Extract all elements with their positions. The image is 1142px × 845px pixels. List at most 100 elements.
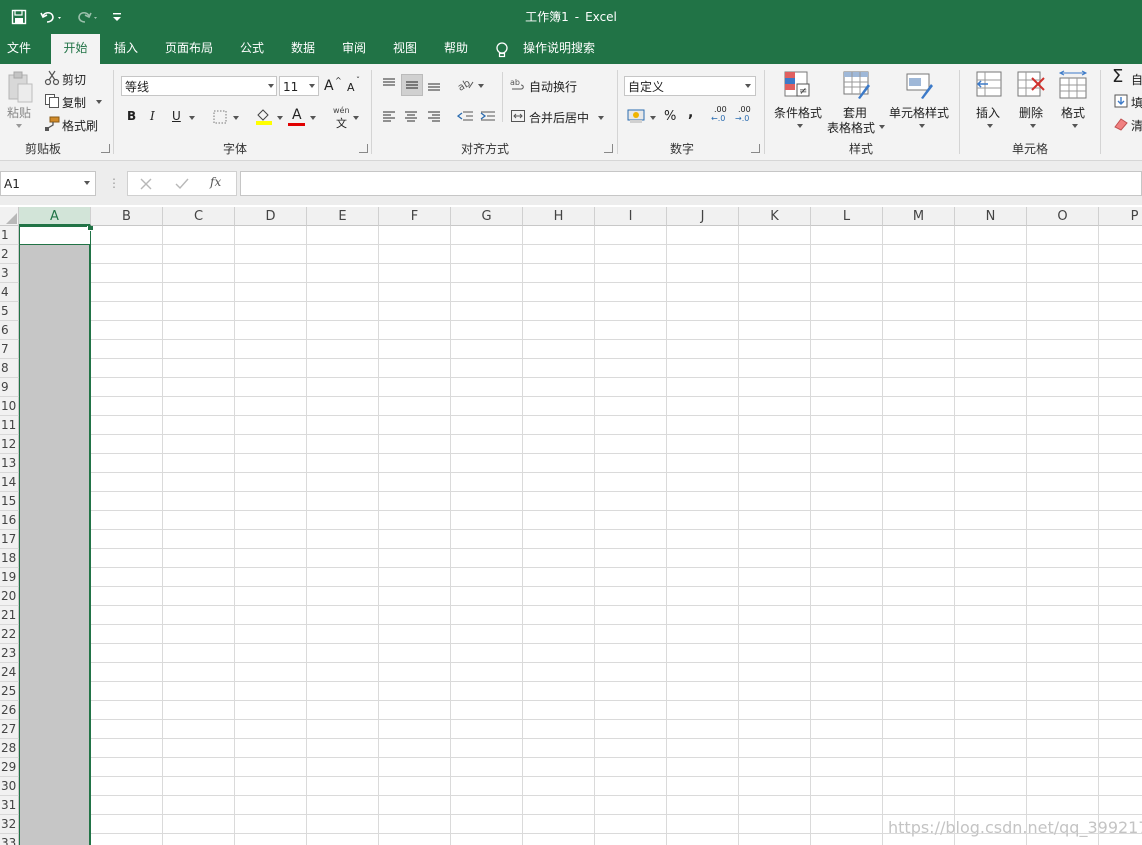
row-header-12[interactable]: 12 <box>0 435 19 454</box>
active-cell[interactable] <box>19 226 91 245</box>
format-as-table-button[interactable]: 表格格式 <box>827 119 875 136</box>
column-header-n[interactable]: N <box>955 207 1027 226</box>
formula-input[interactable] <box>240 171 1142 196</box>
align-left-icon[interactable] <box>381 108 397 124</box>
number-launcher-icon[interactable] <box>751 144 760 153</box>
row-header-9[interactable]: 9 <box>0 378 19 397</box>
cut-button[interactable]: 剪切 <box>62 71 86 88</box>
merge-center-button[interactable]: 合并后居中 <box>529 109 589 126</box>
tab-home[interactable]: 开始 <box>51 34 100 64</box>
row-header-30[interactable]: 30 <box>0 777 19 796</box>
fill-color-icon[interactable] <box>255 107 273 125</box>
bold-button[interactable]: B <box>127 109 136 123</box>
font-size-dropdown-icon[interactable] <box>309 84 315 88</box>
align-center-icon[interactable] <box>403 108 419 124</box>
conditional-dropdown-icon[interactable] <box>797 124 803 128</box>
clear-button[interactable]: 清 <box>1131 117 1142 134</box>
name-box-dropdown-icon[interactable] <box>84 181 90 185</box>
row-header-32[interactable]: 32 <box>0 815 19 834</box>
tab-data[interactable]: 数据 <box>283 34 323 64</box>
accounting-format-icon[interactable] <box>626 108 646 124</box>
format-cells-button[interactable]: 格式 <box>1061 104 1085 121</box>
cancel-icon[interactable] <box>139 177 153 191</box>
format-painter-button[interactable]: 格式刷 <box>62 117 98 134</box>
tab-view[interactable]: 视图 <box>385 34 425 64</box>
column-header-o[interactable]: O <box>1027 207 1099 226</box>
paste-dropdown-icon[interactable] <box>16 124 22 128</box>
row-header-28[interactable]: 28 <box>0 739 19 758</box>
align-middle-button[interactable] <box>401 74 423 96</box>
column-header-g[interactable]: G <box>451 207 523 226</box>
row-header-19[interactable]: 19 <box>0 568 19 587</box>
copy-button[interactable]: 复制 <box>62 94 86 111</box>
worksheet-grid[interactable]: ABCDEFGHIJKLMNOP 1 2 3 4 5 6 7 8 9 10 11 12 13 14 15 16… <box>0 207 1142 845</box>
underline-dropdown-icon[interactable] <box>189 116 195 120</box>
number-format-dropdown-icon[interactable] <box>745 84 751 88</box>
row-header-23[interactable]: 23 <box>0 644 19 663</box>
align-right-icon[interactable] <box>426 108 442 124</box>
row-header-13[interactable]: 13 <box>0 454 19 473</box>
wrap-text-button[interactable]: 自动换行 <box>529 78 577 95</box>
row-header-27[interactable]: 27 <box>0 720 19 739</box>
column-header-k[interactable]: K <box>739 207 811 226</box>
name-box[interactable]: A1 <box>0 171 96 196</box>
row-header-5[interactable]: 5 <box>0 302 19 321</box>
tab-review[interactable]: 审阅 <box>334 34 374 64</box>
border-icon[interactable] <box>212 109 228 125</box>
increase-font-size-button[interactable]: A <box>324 78 334 94</box>
font-color-dropdown-icon[interactable] <box>310 116 316 120</box>
orientation-dropdown-icon[interactable] <box>478 84 484 88</box>
row-header-10[interactable]: 10 <box>0 397 19 416</box>
column-header-j[interactable]: J <box>667 207 739 226</box>
insert-dropdown-icon[interactable] <box>987 124 993 128</box>
row-header-21[interactable]: 21 <box>0 606 19 625</box>
decrease-font-size-button[interactable]: A <box>347 81 355 94</box>
row-header-15[interactable]: 15 <box>0 492 19 511</box>
decrease-decimal-button[interactable]: →.0 <box>735 114 749 123</box>
row-header-8[interactable]: 8 <box>0 359 19 378</box>
fill-color-dropdown-icon[interactable] <box>277 116 283 120</box>
enter-icon[interactable] <box>174 177 190 191</box>
cell-grid[interactable] <box>19 226 1142 845</box>
merge-dropdown-icon[interactable] <box>598 116 604 120</box>
row-header-26[interactable]: 26 <box>0 701 19 720</box>
column-header-f[interactable]: F <box>379 207 451 226</box>
fill-button[interactable]: 填 <box>1131 94 1142 111</box>
border-dropdown-icon[interactable] <box>233 116 239 120</box>
row-header-3[interactable]: 3 <box>0 264 19 283</box>
comma-style-button[interactable]: , <box>688 105 693 121</box>
tab-help[interactable]: 帮助 <box>436 34 476 64</box>
format-dropdown-icon[interactable] <box>1072 124 1078 128</box>
row-header-22[interactable]: 22 <box>0 625 19 644</box>
underline-button[interactable]: U <box>172 109 181 123</box>
paste-button[interactable]: 粘贴 <box>7 104 31 121</box>
row-header-16[interactable]: 16 <box>0 511 19 530</box>
accounting-dropdown-icon[interactable] <box>650 116 656 120</box>
row-header-14[interactable]: 14 <box>0 473 19 492</box>
copy-dropdown-icon[interactable] <box>96 100 102 104</box>
column-header-d[interactable]: D <box>235 207 307 226</box>
format-as-table-dropdown-icon[interactable] <box>879 125 885 129</box>
row-header-2[interactable]: 2 <box>0 245 19 264</box>
row-header-17[interactable]: 17 <box>0 530 19 549</box>
column-header-l[interactable]: L <box>811 207 883 226</box>
row-header-20[interactable]: 20 <box>0 587 19 606</box>
number-format-select[interactable]: 自定义 <box>624 76 756 96</box>
column-header-a[interactable]: A <box>19 207 91 226</box>
decrease-indent-icon[interactable] <box>457 108 475 124</box>
row-header-11[interactable]: 11 <box>0 416 19 435</box>
insert-cells-button[interactable]: 插入 <box>976 104 1000 121</box>
alignment-launcher-icon[interactable] <box>604 144 613 153</box>
row-header-33[interactable]: 33 <box>0 834 19 845</box>
delete-dropdown-icon[interactable] <box>1030 124 1036 128</box>
cell-styles-button[interactable]: 单元格样式 <box>889 104 949 121</box>
row-header-31[interactable]: 31 <box>0 796 19 815</box>
align-bottom-icon[interactable] <box>426 76 442 92</box>
font-name-dropdown-icon[interactable] <box>268 84 274 88</box>
insert-function-button[interactable]: fx <box>210 175 221 189</box>
autosum-button[interactable]: 自 <box>1131 71 1142 88</box>
increase-decimal-button[interactable]: ←.0 <box>711 114 725 123</box>
column-header-c[interactable]: C <box>163 207 235 226</box>
row-header-25[interactable]: 25 <box>0 682 19 701</box>
row-header-4[interactable]: 4 <box>0 283 19 302</box>
